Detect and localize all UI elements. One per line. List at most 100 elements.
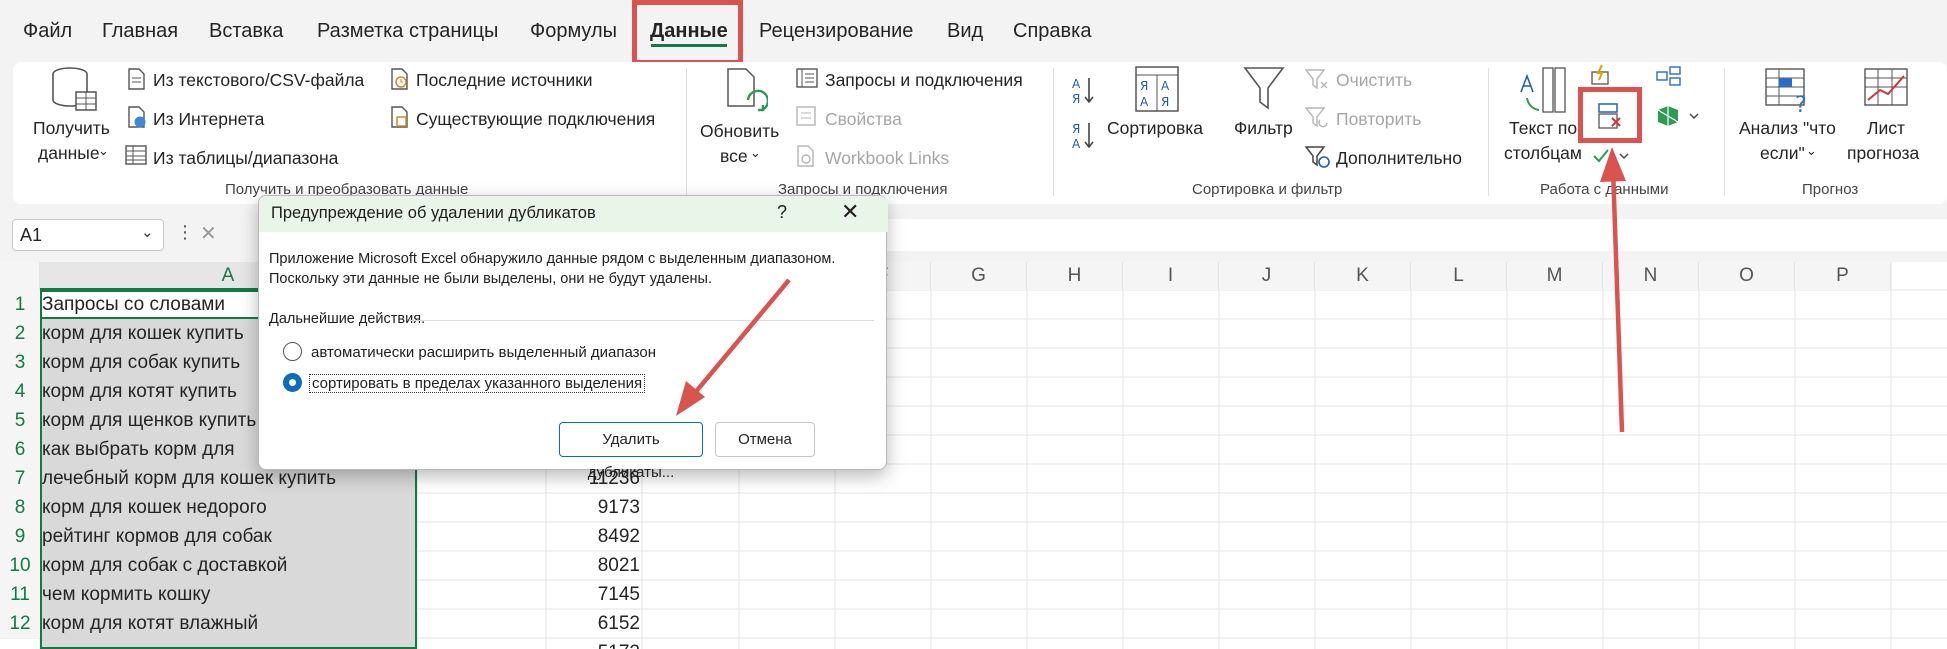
ribbon-separator: [1053, 68, 1054, 196]
filter-button[interactable]: Фильтр: [1234, 118, 1293, 138]
row-header[interactable]: 11: [0, 580, 40, 609]
cell-a12[interactable]: корм для котят влажный: [42, 609, 415, 638]
radio-expand-label[interactable]: автоматически расширить выделенный диапа…: [311, 344, 656, 361]
cell-a8[interactable]: корм для кошек недорого: [42, 493, 415, 522]
cell-c11[interactable]: 7145: [546, 580, 640, 609]
row-header[interactable]: 3: [0, 348, 40, 377]
workbook-links-button[interactable]: Workbook Links: [825, 148, 949, 168]
column-header-h[interactable]: H: [1027, 262, 1123, 290]
column-header-n[interactable]: N: [1603, 262, 1699, 290]
column-header-p[interactable]: P: [1795, 262, 1891, 290]
cell-c9[interactable]: 8492: [546, 522, 640, 551]
from-table-button[interactable]: Из таблицы/диапазона: [153, 148, 338, 168]
properties-button[interactable]: Свойства: [825, 109, 902, 129]
what-if-icon: ?: [1765, 68, 1807, 114]
column-header-l[interactable]: L: [1411, 262, 1507, 290]
forecast-sheet-label-2[interactable]: прогноза: [1847, 143, 1919, 163]
dialog-message-line-1: Приложение Microsoft Excel обнаружило да…: [269, 251, 836, 267]
existing-connections-icon: [391, 106, 408, 128]
dialog-title-bar: Предупреждение об удалении дубликатов ? …: [259, 196, 888, 232]
radio-sort-within-selection[interactable]: [283, 373, 302, 392]
row-header[interactable]: 12: [0, 609, 40, 638]
svg-text:А: А: [1072, 77, 1081, 91]
svg-text:Я: Я: [1140, 79, 1148, 93]
tab-formulas[interactable]: Формулы: [530, 20, 617, 43]
row-header[interactable]: 4: [0, 377, 40, 406]
queries-connections-button[interactable]: Запросы и подключения: [825, 70, 1023, 90]
cell-c12[interactable]: 6152: [546, 609, 640, 638]
tab-home[interactable]: Главная: [102, 20, 178, 43]
data-tab-highlight: [632, 0, 743, 65]
text-to-columns-label-2[interactable]: столбцам: [1504, 143, 1582, 163]
recent-sources-button[interactable]: Последние источники: [416, 70, 593, 90]
close-icon[interactable]: ✕: [841, 199, 859, 225]
svg-text:?: ?: [1795, 93, 1807, 114]
more-options-icon[interactable]: ⋮: [176, 222, 194, 243]
text-to-columns-icon: [1520, 67, 1566, 113]
tab-view[interactable]: Вид: [947, 20, 983, 43]
web-icon: [128, 106, 146, 128]
cell-c10[interactable]: 8021: [546, 551, 640, 580]
from-web-button[interactable]: Из Интернета: [153, 109, 264, 129]
tab-review[interactable]: Рецензирование: [759, 20, 913, 43]
relationships-icon: [1656, 66, 1681, 86]
group-label-data-tools: Работа с данными: [1540, 181, 1669, 198]
refresh-all-label-2[interactable]: все: [720, 146, 748, 166]
cancel-button[interactable]: Отмена: [715, 422, 815, 457]
clear-button[interactable]: Очистить: [1336, 70, 1412, 90]
tab-file[interactable]: Файл: [23, 20, 72, 43]
cancel-entry-icon[interactable]: ✕: [200, 221, 217, 246]
chevron-down-icon: ⌄: [750, 145, 761, 160]
column-header-g[interactable]: G: [931, 262, 1027, 290]
column-header-m[interactable]: M: [1507, 262, 1603, 290]
forecast-sheet-button[interactable]: Лист: [1867, 118, 1905, 138]
recent-sources-icon: [391, 68, 408, 90]
help-button[interactable]: ?: [777, 202, 787, 223]
row-header[interactable]: 7: [0, 464, 40, 493]
text-to-columns-button[interactable]: Текст по: [1509, 118, 1577, 138]
reapply-button[interactable]: Повторить: [1336, 109, 1421, 129]
ribbon-separator: [1724, 68, 1725, 196]
dialog-title: Предупреждение об удалении дубликатов: [271, 204, 596, 222]
cell-c8[interactable]: 9173: [546, 493, 640, 522]
row-header[interactable]: 6: [0, 435, 40, 464]
chevron-down-icon: ⌄: [1806, 143, 1817, 158]
tab-help[interactable]: Справка: [1013, 20, 1091, 43]
row-header[interactable]: 10: [0, 551, 40, 580]
tab-page-layout[interactable]: Разметка страницы: [317, 20, 498, 43]
ribbon-separator: [1488, 68, 1489, 196]
radio-sort-label[interactable]: сортировать в пределах указанного выделе…: [309, 374, 646, 393]
chevron-down-icon: ⌄: [98, 143, 109, 158]
cell-a10[interactable]: корм для собак с доставкой: [42, 551, 415, 580]
column-header-j[interactable]: J: [1219, 262, 1315, 290]
column-header-i[interactable]: I: [1123, 262, 1219, 290]
radio-expand-selection[interactable]: [283, 342, 302, 361]
row-header[interactable]: 1: [0, 290, 40, 319]
column-header-k[interactable]: K: [1315, 262, 1411, 290]
get-data-label-2[interactable]: данные: [38, 143, 100, 163]
select-all-corner[interactable]: [0, 262, 40, 290]
sort-button[interactable]: Сортировка: [1107, 118, 1203, 138]
column-header-o[interactable]: O: [1699, 262, 1795, 290]
what-if-button[interactable]: Анализ "что: [1739, 118, 1836, 138]
row-header[interactable]: 5: [0, 406, 40, 435]
database-icon: [52, 67, 97, 111]
tab-insert[interactable]: Вставка: [209, 20, 283, 43]
refresh-all-label[interactable]: Обновить: [700, 121, 779, 141]
what-if-label-2[interactable]: если": [1760, 143, 1805, 163]
row-header[interactable]: 8: [0, 493, 40, 522]
get-data-label[interactable]: Получить: [33, 118, 110, 138]
data-model-icon: [1657, 106, 1699, 126]
cell-a11[interactable]: чем кормить кошку: [42, 580, 415, 609]
group-label-sort-filter: Сортировка и фильтр: [1192, 181, 1343, 198]
existing-connections-button[interactable]: Существующие подключения: [416, 109, 655, 129]
cell-a9[interactable]: рейтинг кормов для собак: [42, 522, 415, 551]
from-text-csv-button[interactable]: Из текстового/CSV-файла: [153, 70, 364, 90]
cell-c13[interactable]: 5172: [546, 638, 640, 649]
row-header[interactable]: 2: [0, 319, 40, 348]
radio-dot: [289, 379, 296, 386]
advanced-button[interactable]: Дополнительно: [1336, 148, 1462, 168]
remove-duplicates-button[interactable]: Удалить дубликаты...: [559, 422, 703, 481]
row-header[interactable]: 9: [0, 522, 40, 551]
name-box[interactable]: A1 ⌄: [12, 219, 164, 251]
